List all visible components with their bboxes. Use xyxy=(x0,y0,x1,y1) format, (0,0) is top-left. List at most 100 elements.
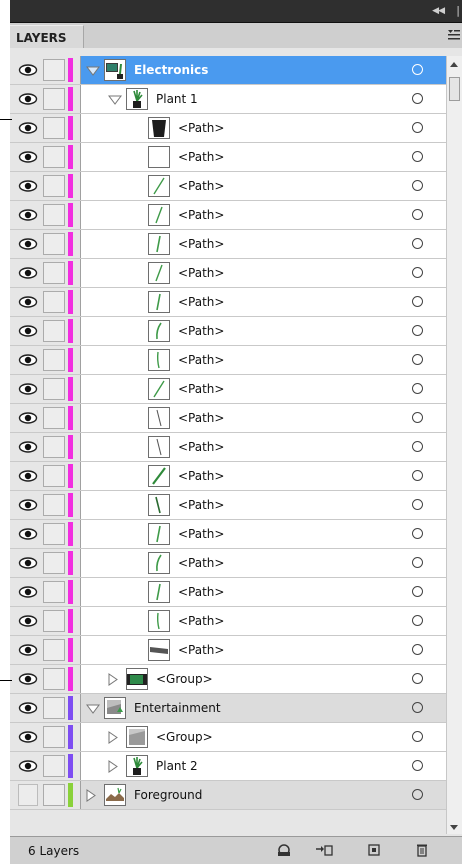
new-layer-icon[interactable] xyxy=(366,843,382,857)
tab-layers[interactable]: LAYERS xyxy=(10,25,84,48)
target-circle-icon[interactable] xyxy=(412,441,423,452)
target-circle-icon[interactable] xyxy=(412,470,423,481)
layer-row[interactable]: Foreground xyxy=(10,781,446,810)
scroll-down-arrow-icon[interactable] xyxy=(450,825,458,830)
eye-icon[interactable] xyxy=(18,93,38,105)
target-circle-icon[interactable] xyxy=(412,238,423,249)
lock-toggle[interactable] xyxy=(43,320,65,342)
eye-icon[interactable] xyxy=(18,325,38,337)
lock-toggle[interactable] xyxy=(43,175,65,197)
lock-toggle[interactable] xyxy=(43,697,65,719)
path-row[interactable]: <Path> xyxy=(10,578,446,607)
layer-name[interactable]: <Group> xyxy=(156,730,213,744)
target-circle-icon[interactable] xyxy=(412,64,423,75)
eye-icon[interactable] xyxy=(18,586,38,598)
target-circle-icon[interactable] xyxy=(412,296,423,307)
collapse-triangle-icon[interactable] xyxy=(108,673,118,686)
eye-icon[interactable] xyxy=(18,557,38,569)
path-row[interactable]: <Path> xyxy=(10,491,446,520)
eye-icon[interactable] xyxy=(18,499,38,511)
target-circle-icon[interactable] xyxy=(412,209,423,220)
target-circle-icon[interactable] xyxy=(412,586,423,597)
target-circle-icon[interactable] xyxy=(412,644,423,655)
layer-name[interactable]: <Path> xyxy=(178,179,224,193)
eye-icon[interactable] xyxy=(18,784,38,806)
layer-name[interactable]: <Path> xyxy=(178,556,224,570)
group-row[interactable]: Plant 1 xyxy=(10,85,446,114)
layer-name[interactable]: Foreground xyxy=(134,788,202,802)
lock-toggle[interactable] xyxy=(43,668,65,690)
lock-toggle[interactable] xyxy=(43,784,65,806)
lock-toggle[interactable] xyxy=(43,552,65,574)
path-row[interactable]: <Path> xyxy=(10,346,446,375)
path-row[interactable]: <Path> xyxy=(10,404,446,433)
group-row[interactable]: <Group> xyxy=(10,665,446,694)
lock-toggle[interactable] xyxy=(43,610,65,632)
eye-icon[interactable] xyxy=(18,180,38,192)
path-row[interactable]: <Path> xyxy=(10,549,446,578)
scroll-up-arrow-icon[interactable] xyxy=(450,62,458,67)
path-row[interactable]: <Path> xyxy=(10,375,446,404)
layer-row[interactable]: Entertainment xyxy=(10,694,446,723)
expand-triangle-icon[interactable] xyxy=(86,703,100,714)
lock-toggle[interactable] xyxy=(43,755,65,777)
lock-toggle[interactable] xyxy=(43,262,65,284)
target-circle-icon[interactable] xyxy=(412,702,423,713)
eye-icon[interactable] xyxy=(18,267,38,279)
target-circle-icon[interactable] xyxy=(412,673,423,684)
scroll-thumb[interactable] xyxy=(449,77,460,101)
eye-icon[interactable] xyxy=(18,644,38,656)
layer-name[interactable]: <Path> xyxy=(178,266,224,280)
path-row[interactable]: <Path> xyxy=(10,607,446,636)
target-circle-icon[interactable] xyxy=(412,499,423,510)
make-clipping-mask-icon[interactable] xyxy=(276,843,292,857)
layer-name[interactable]: <Path> xyxy=(178,295,224,309)
collapse-triangle-icon[interactable] xyxy=(86,789,96,802)
target-circle-icon[interactable] xyxy=(412,267,423,278)
lock-toggle[interactable] xyxy=(43,581,65,603)
eye-icon[interactable] xyxy=(18,528,38,540)
path-row[interactable]: <Path> xyxy=(10,317,446,346)
layer-name[interactable]: <Path> xyxy=(178,324,224,338)
path-row[interactable]: <Path> xyxy=(10,462,446,491)
target-circle-icon[interactable] xyxy=(412,383,423,394)
collapse-triangle-icon[interactable] xyxy=(108,760,118,773)
target-circle-icon[interactable] xyxy=(412,615,423,626)
lock-toggle[interactable] xyxy=(43,146,65,168)
target-circle-icon[interactable] xyxy=(412,354,423,365)
eye-icon[interactable] xyxy=(18,412,38,424)
expand-triangle-icon[interactable] xyxy=(108,94,122,105)
layer-name[interactable]: <Group> xyxy=(156,672,213,686)
eye-icon[interactable] xyxy=(18,64,38,76)
lock-toggle[interactable] xyxy=(43,378,65,400)
target-circle-icon[interactable] xyxy=(412,557,423,568)
eye-icon[interactable] xyxy=(18,151,38,163)
group-row[interactable]: Plant 2 xyxy=(10,752,446,781)
eye-icon[interactable] xyxy=(18,760,38,772)
eye-icon[interactable] xyxy=(18,673,38,685)
layer-name[interactable]: <Path> xyxy=(178,208,224,222)
eye-icon[interactable] xyxy=(18,354,38,366)
group-row[interactable]: <Group> xyxy=(10,723,446,752)
panel-menu-icon[interactable] xyxy=(448,29,460,44)
vertical-scrollbar[interactable] xyxy=(446,56,462,834)
layer-name[interactable]: <Path> xyxy=(178,382,224,396)
eye-icon[interactable] xyxy=(18,470,38,482)
layer-name[interactable]: <Path> xyxy=(178,498,224,512)
delete-icon[interactable] xyxy=(414,843,430,857)
layer-name[interactable]: <Path> xyxy=(178,121,224,135)
collapse-triangle-icon[interactable] xyxy=(108,731,118,744)
target-circle-icon[interactable] xyxy=(412,93,423,104)
lock-toggle[interactable] xyxy=(43,639,65,661)
layer-name[interactable]: <Path> xyxy=(178,150,224,164)
lock-toggle[interactable] xyxy=(43,291,65,313)
layer-name[interactable]: <Path> xyxy=(178,527,224,541)
layer-name[interactable]: <Path> xyxy=(178,643,224,657)
eye-icon[interactable] xyxy=(18,383,38,395)
lock-toggle[interactable] xyxy=(43,523,65,545)
layer-name[interactable]: <Path> xyxy=(178,353,224,367)
layer-name[interactable]: Plant 2 xyxy=(156,759,198,773)
layer-name[interactable]: <Path> xyxy=(178,237,224,251)
target-circle-icon[interactable] xyxy=(412,760,423,771)
target-circle-icon[interactable] xyxy=(412,731,423,742)
